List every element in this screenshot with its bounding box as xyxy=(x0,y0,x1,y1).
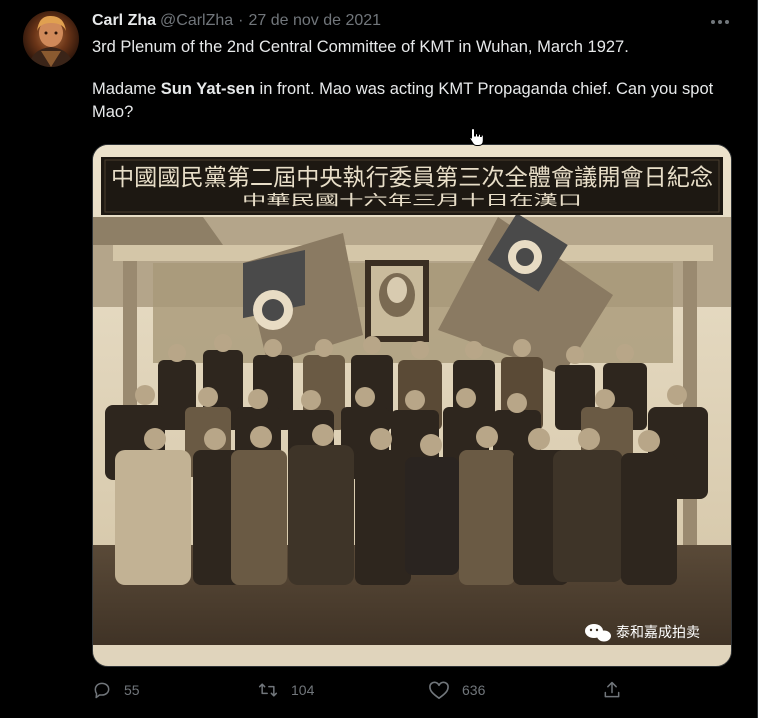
author-handle[interactable]: @CarlZha xyxy=(160,12,233,30)
banner-line-2: 中華民國十六年三月十日在漢口 xyxy=(242,193,582,209)
tweet-text-before: Madame xyxy=(92,79,161,98)
author-name[interactable]: Carl Zha xyxy=(92,12,156,30)
tweet-header: Carl Zha @CarlZha · 27 de nov de 2021 xyxy=(92,11,381,31)
avatar[interactable] xyxy=(23,11,79,67)
hand-cursor-icon xyxy=(468,127,486,152)
timestamp[interactable]: 27 de nov de 2021 xyxy=(249,12,382,30)
like-button[interactable]: 636 xyxy=(428,680,485,700)
reply-icon xyxy=(94,682,110,699)
reply-button[interactable]: 55 xyxy=(92,680,140,700)
tweet-text: 3rd Plenum of the 2nd Central Committee … xyxy=(92,36,732,125)
reply-count: 55 xyxy=(124,682,140,698)
share-button[interactable] xyxy=(602,680,634,700)
retweet-button[interactable]: 104 xyxy=(257,680,314,700)
retweet-count: 104 xyxy=(291,682,315,698)
tweet-actions: 55 104 636 xyxy=(92,680,632,704)
more-icon[interactable] xyxy=(708,12,732,32)
people-group xyxy=(105,334,708,585)
like-count: 636 xyxy=(462,682,486,698)
tweet-line-1: 3rd Plenum of the 2nd Central Committee … xyxy=(92,38,629,56)
tweet-line-2: Madame Sun Yat-sen in front. Mao was act… xyxy=(92,78,732,125)
banner-line-1: 中國國民黨第二屆中央執行委員第三次全體會議開會日紀念 xyxy=(111,165,713,191)
commemorative-banner: 中國國民黨第二屆中央執行委員第三次全體會議開會日紀念 中華民國十六年三月十日在漢… xyxy=(101,157,723,215)
retweet-icon xyxy=(258,683,278,697)
mention-sun-yat-sen: Sun Yat-sen xyxy=(160,79,255,98)
watermark-text: 泰和嘉成拍卖 xyxy=(616,625,700,641)
tweet[interactable]: Carl Zha @CarlZha · 27 de nov de 2021 3r… xyxy=(0,0,757,718)
tweet-photo[interactable]: 中國國民黨第二屆中央執行委員第三次全體會議開會日紀念 中華民國十六年三月十日在漢… xyxy=(92,144,732,667)
like-icon xyxy=(429,681,449,699)
sun-yat-sen-portrait xyxy=(365,260,429,342)
separator-dot: · xyxy=(238,12,244,29)
share-icon xyxy=(604,681,620,698)
